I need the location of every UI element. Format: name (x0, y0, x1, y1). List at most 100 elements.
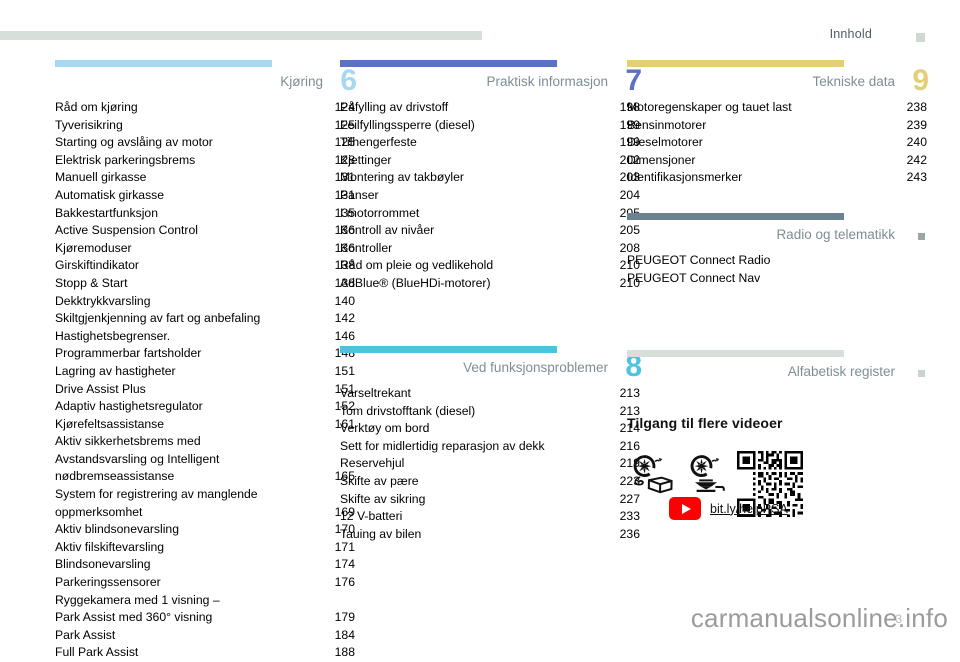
toc-entry-label: Tauing av bilen (340, 526, 422, 541)
section-marker-square (918, 370, 925, 377)
toc-entry-list: Varseltrekant 213 Tom drivstofftank (diese… (340, 385, 642, 543)
toc-entry[interactable]: Tom drivstofftank (diesel) 213 (340, 403, 642, 421)
toc-entry[interactable]: Montering av takbøyler 203 (340, 169, 642, 187)
section-header: Alfabetisk register (627, 363, 929, 387)
toc-entry[interactable]: Kjettinger 202 (340, 152, 642, 170)
toc-entry-label: Skifte av sikring (340, 491, 426, 506)
toc-entry-page: 238 (906, 100, 927, 114)
toc-entry[interactable]: Kjørefeltsassistanse 161 (55, 416, 357, 434)
toc-entry-page: 204 (619, 187, 640, 202)
toc-entry[interactable]: Påfylling av drivstoff 198 (340, 99, 642, 117)
toc-entry-label: Sett for midlertidig reparasjon av dekk (340, 438, 545, 453)
toc-entry-page: 239 (906, 117, 927, 132)
toc-entry[interactable]: Bakkestartfunksjon 135 (55, 205, 357, 223)
video-link-label[interactable]: bit.ly/helpPSA (710, 502, 788, 516)
toc-entry-label: Skiltgjenkjenning av fart og anbefaling (55, 311, 261, 326)
toc-entry-label: Kontroll av nivåer (340, 223, 435, 238)
toc-entry-page: 176 (334, 575, 355, 590)
toc-entry[interactable]: Full Park Assist 188 (55, 644, 357, 662)
toc-entry-label: I motorrommet (340, 205, 420, 220)
toc-entry[interactable]: System for registrering av manglende opp… (55, 486, 357, 521)
toc-entry[interactable]: Identifikasjonsmerker 243 (627, 169, 929, 187)
toc-entry[interactable]: Starting og avslåing av motor 125 (55, 134, 357, 152)
toc-entry[interactable]: Programmerbar fartsholder 148 (55, 345, 357, 363)
tire-repair-kit-icon (627, 453, 675, 500)
toc-entry-label: Kjettinger (340, 152, 392, 167)
toc-entry-label: Aktiv sikkerhetsbrems med Avstandsvarsli… (55, 434, 220, 484)
toc-entry-page: 142 (334, 311, 355, 326)
section-title: Radio og telematikk (776, 227, 895, 242)
toc-entry-page: 243 (906, 170, 927, 185)
toc-entry[interactable]: Dekktrykkvarsling 140 (55, 293, 357, 311)
toc-entry[interactable]: Tyverisikring 125 (55, 117, 357, 135)
toc-entry[interactable]: Kjøremoduser 136 (55, 240, 357, 258)
toc-entry[interactable]: Reservehjul 219 (340, 455, 642, 473)
toc-entry-label: Elektrisk parkeringsbrems (55, 152, 196, 167)
toc-entry[interactable]: Lagring av hastigheter 151 (55, 363, 357, 381)
toc-entry[interactable]: Parkeringssensorer 176 (55, 574, 357, 592)
toc-entry[interactable]: PEUGEOT Connect Nav (627, 270, 929, 288)
toc-entry[interactable]: Automatisk girkasse 131 (55, 187, 357, 205)
section-title: Alfabetisk register (787, 364, 895, 379)
toc-section-tekniske-data: Tekniske data 9 Motoregenskaper og tauet l… (627, 60, 929, 187)
toc-entry[interactable]: Manuell girkasse 131 (55, 169, 357, 187)
toc-entry[interactable]: Panser 204 (340, 187, 642, 205)
section-header: Radio og telematikk (627, 226, 929, 250)
section-title: Praktisk informasjon (486, 74, 608, 89)
toc-entry[interactable]: Dieselmotorer 240 (627, 134, 929, 152)
toc-entry-label: Aktiv filskiftevarsling (55, 539, 165, 554)
toc-entry-list: Motoregenskaper og tauet last 238 Bensinmo… (627, 99, 929, 187)
toc-entry[interactable]: Girskiftindikator 138 (55, 257, 357, 275)
running-header: Innhold (0, 27, 960, 49)
toc-entry[interactable]: Sett for midlertidig reparasjon av dekk 2… (340, 438, 642, 456)
toc-entry[interactable]: Aktiv blindsonevarsling 170 (55, 521, 357, 539)
toc-entry[interactable]: Aktiv filskiftevarsling 171 (55, 539, 357, 557)
toc-entry[interactable]: AdBlue® (BlueHDi-motorer) 210 (340, 275, 642, 293)
toc-entry[interactable]: Kontroller 208 (340, 240, 642, 258)
toc-entry-label: Dieselmotorer (627, 135, 703, 150)
section-rule (627, 60, 844, 67)
video-block-title: Tilgang til flere videoer (627, 415, 783, 431)
toc-entry[interactable]: Skifte av sikring 227 (340, 491, 642, 509)
toc-entry[interactable]: Kontroll av nivåer 205 (340, 222, 642, 240)
youtube-play-icon[interactable] (669, 497, 701, 520)
toc-entry-label: Manuell girkasse (55, 170, 147, 185)
toc-entry-label: Bensinmotorer (627, 117, 707, 132)
toc-entry[interactable]: 12 V-batteri 233 (340, 508, 642, 526)
toc-entry[interactable]: Motoregenskaper og tauet last 238 (627, 99, 929, 117)
toc-entry-label: Automatisk girkasse (55, 187, 165, 202)
toc-entry[interactable]: I motorrommet205 (340, 205, 642, 223)
toc-entry[interactable]: Dimensjoner 242 (627, 152, 929, 170)
toc-entry-label: Kjøremoduser (55, 240, 132, 255)
toc-entry[interactable]: Adaptiv hastighetsregulator 152 (55, 398, 357, 416)
toc-entry[interactable]: Bensinmotorer 239 (627, 117, 929, 135)
toc-entry[interactable]: Blindsonevarsling 174 (55, 556, 357, 574)
toc-section-ved-funksjonsproblemer: Ved funksjonsproblemer 8 Varseltrekant 213 T… (340, 346, 642, 543)
toc-entry[interactable]: Hastighetsbegrenser. 146 (55, 328, 357, 346)
toc-entry-label: Aktiv blindsonevarsling (55, 522, 179, 537)
toc-entry[interactable]: Elektrisk parkeringsbrems 128 (55, 152, 357, 170)
toc-entry[interactable]: Aktiv sikkerhetsbrems med Avstandsvarsli… (55, 433, 357, 486)
toc-entry-label: Drive Assist Plus (55, 381, 146, 396)
toc-entry[interactable]: Skiltgjenkjenning av fart og anbefaling 1… (55, 310, 357, 328)
toc-entry[interactable]: Stopp & Start 138 (55, 275, 357, 293)
toc-entry[interactable]: Drive Assist Plus 151 (55, 381, 357, 399)
toc-entry[interactable]: Råd om kjøring 124 (55, 99, 357, 117)
toc-entry-label: Dekktrykkvarsling (55, 293, 151, 308)
toc-entry[interactable]: Tilhengerfeste 199 (340, 134, 642, 152)
toc-entry[interactable]: Feilfyllingssperre (diesel) 199 (340, 117, 642, 135)
youtube-link-row[interactable]: bit.ly/helpPSA (669, 497, 788, 520)
toc-entry[interactable]: Skifte av pære 223 (340, 473, 642, 491)
section-number: 9 (912, 64, 929, 97)
toc-entry-page: 242 (906, 152, 927, 167)
toc-entry[interactable]: Verktøy om bord 214 (340, 420, 642, 438)
toc-entry[interactable]: Active Suspension Control 136 (55, 222, 357, 240)
toc-entry-label: Bakkestartfunksjon (55, 205, 158, 220)
section-rule (627, 350, 844, 357)
toc-section-praktisk-informasjon: Praktisk informasjon 7 Påfylling av drivst… (340, 60, 642, 293)
toc-entry[interactable]: Varseltrekant 213 (340, 385, 642, 403)
section-marker-square (918, 233, 925, 240)
toc-entry[interactable]: Tauing av bilen 236 (340, 526, 642, 544)
toc-entry[interactable]: PEUGEOT Connect Radio (627, 252, 929, 270)
toc-entry[interactable]: Råd om pleie og vedlikehold 210 (340, 257, 642, 275)
